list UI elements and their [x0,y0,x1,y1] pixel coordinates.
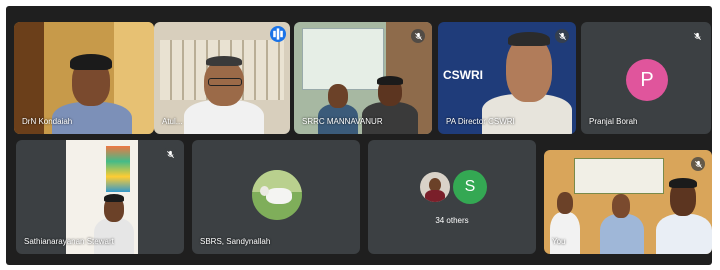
wall-chart [106,146,130,192]
participant-video [656,174,712,254]
glasses [208,78,242,86]
participant-tile[interactable]: P Pranjal Borah [581,22,711,134]
participant-tile[interactable]: SRRC MANNAVANUR [294,22,432,134]
participant-name: Sathianarayanan Stewart [24,237,114,246]
participant-tile[interactable]: Sathianarayanan Stewart [16,140,184,254]
participant-name: Pranjal Borah [589,117,638,126]
avatar [252,170,302,220]
participant-tile[interactable]: Atul... [154,22,290,134]
mic-off-icon [555,29,569,43]
participant-name: SRRC MANNAVANUR [302,117,383,126]
participant-name: You [552,237,566,246]
participant-tile[interactable]: CSWRI PA Director CSWRI [438,22,576,134]
participant-video [600,190,644,254]
banner-text: CSWRI [443,68,483,82]
avatar [420,172,450,202]
avatar: S [453,170,487,204]
others-count: 34 others [435,216,469,225]
participant-tile[interactable]: SBRS, Sandynallah [192,140,360,254]
mic-off-icon [691,157,705,171]
participant-tile-self[interactable]: You [544,150,712,254]
sheep-image [266,188,292,204]
participant-name: DrN Kondaiah [22,117,73,126]
participant-tile[interactable]: DrN Kondaiah [14,22,154,134]
avatar: P [626,59,668,101]
mic-off-icon [690,29,704,43]
others-tile[interactable]: S 34 others [368,140,536,254]
mic-off-icon [163,147,177,161]
mic-off-icon [411,29,425,43]
participant-video [318,82,358,134]
participant-name: SBRS, Sandynallah [200,237,271,246]
wall-banner [574,158,664,194]
meeting-grid: DrN Kondaiah Atul... SRRC MANNAVANUR CSW… [6,6,712,265]
participant-name: Atul... [162,117,183,126]
participant-name: PA Director CSWRI [446,117,515,126]
speaking-indicator-icon [270,26,286,42]
participant-video [184,56,264,134]
